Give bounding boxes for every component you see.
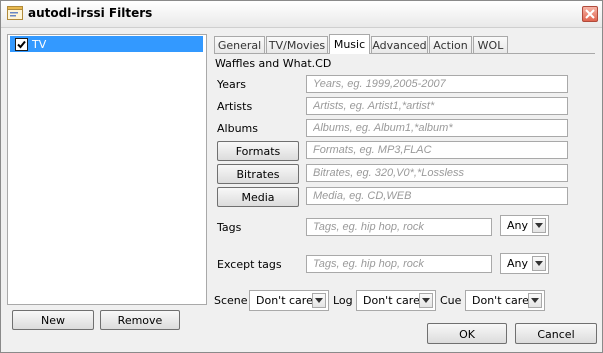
log-label: Log xyxy=(333,294,353,307)
cue-select[interactable]: Don't care xyxy=(465,290,545,311)
chevron-down-icon[interactable] xyxy=(532,256,546,271)
tags-input[interactable] xyxy=(306,218,492,236)
albums-label: Albums xyxy=(217,122,258,135)
close-icon[interactable] xyxy=(582,6,598,22)
formats-input[interactable] xyxy=(306,141,568,159)
tags-label: Tags xyxy=(217,221,242,234)
except-tags-label: Except tags xyxy=(217,258,282,271)
music-site-label: Waffles and What.CD xyxy=(215,57,332,70)
cue-label: Cue xyxy=(440,294,462,307)
chevron-down-icon[interactable] xyxy=(532,218,546,233)
cancel-button[interactable]: Cancel xyxy=(515,323,597,344)
tab-action[interactable]: Action xyxy=(429,36,472,53)
log-value: Don't care xyxy=(363,294,420,307)
ok-button[interactable]: OK xyxy=(427,323,507,344)
tab-tv-movies[interactable]: TV/Movies xyxy=(266,36,328,53)
filter-name-label: TV xyxy=(32,38,47,51)
remove-filter-button[interactable]: Remove xyxy=(100,310,180,330)
list-item[interactable]: TV xyxy=(10,36,203,52)
title-bar[interactable]: autodl-irssi Filters xyxy=(1,1,602,28)
cue-value: Don't care xyxy=(472,294,529,307)
filters-window: autodl-irssi Filters TV New Remove Gener… xyxy=(0,0,603,353)
except-tags-input[interactable] xyxy=(306,255,492,273)
chevron-down-icon[interactable] xyxy=(419,293,433,308)
artists-label: Artists xyxy=(217,100,253,113)
filter-enabled-checkbox[interactable] xyxy=(15,38,28,51)
years-label: Years xyxy=(217,78,247,91)
bitrates-input[interactable] xyxy=(306,164,568,182)
new-filter-button[interactable]: New xyxy=(12,310,94,330)
filter-window-icon xyxy=(7,6,23,20)
chevron-down-icon[interactable] xyxy=(528,293,542,308)
tab-music[interactable]: Music xyxy=(329,34,370,54)
chevron-down-icon[interactable] xyxy=(312,293,326,308)
artists-input[interactable] xyxy=(306,97,568,115)
tab-advanced[interactable]: Advanced xyxy=(371,36,428,53)
media-input[interactable] xyxy=(306,187,568,205)
albums-input[interactable] xyxy=(306,119,568,137)
except-tags-mode-value: Any xyxy=(507,257,529,270)
tags-mode-select[interactable]: Any xyxy=(500,215,549,236)
formats-button[interactable]: Formats xyxy=(217,141,299,161)
tab-wol[interactable]: WOL xyxy=(473,36,508,53)
tags-mode-value: Any xyxy=(507,219,529,232)
bitrates-button[interactable]: Bitrates xyxy=(217,164,299,184)
log-select[interactable]: Don't care xyxy=(356,290,436,311)
except-tags-mode-select[interactable]: Any xyxy=(500,253,549,274)
scene-label: Scene xyxy=(214,294,248,307)
tab-general[interactable]: General xyxy=(214,36,265,53)
years-input[interactable] xyxy=(306,75,568,93)
window-title: autodl-irssi Filters xyxy=(28,6,153,20)
media-button[interactable]: Media xyxy=(217,187,299,207)
scene-select[interactable]: Don't care xyxy=(249,290,329,311)
filter-list[interactable]: TV xyxy=(7,34,207,305)
scene-value: Don't care xyxy=(256,294,313,307)
